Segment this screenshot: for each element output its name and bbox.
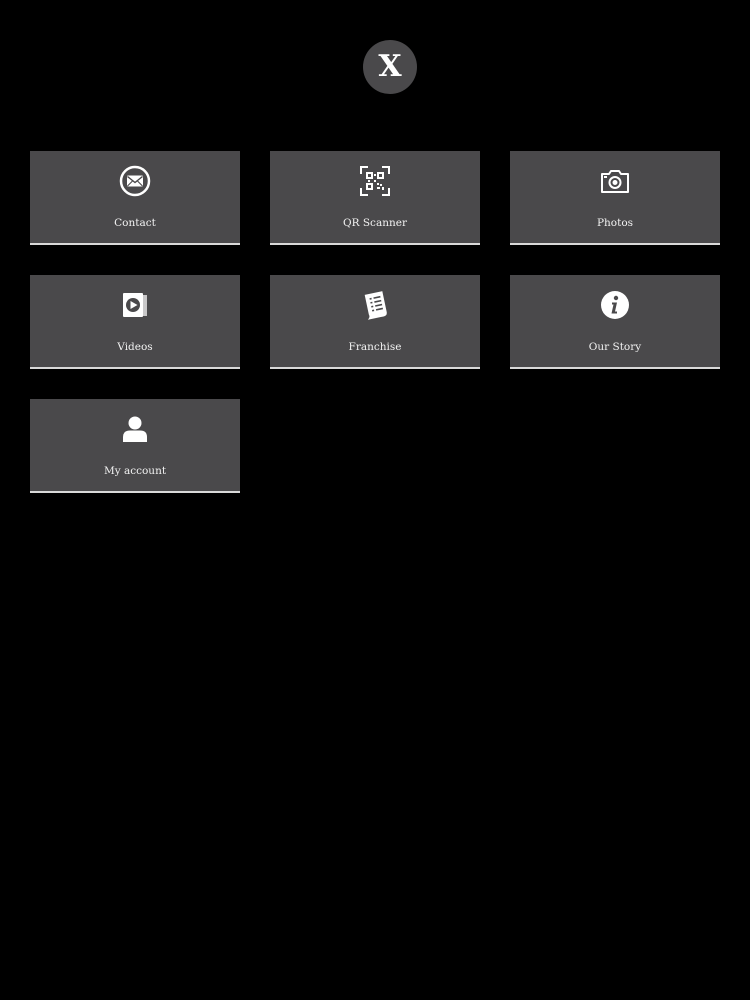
menu-tile-label: Videos [117,341,153,353]
menu-tile-label: Photos [596,217,634,229]
menu-tile-qr-scanner[interactable]: QR Scanner [270,151,480,245]
menu-tile-label: Contact [114,217,156,229]
close-button-label: X [378,49,402,84]
menu-tile-my-account[interactable]: My account [30,399,240,493]
envelope-icon [119,165,151,197]
menu-tile-label: My account [103,465,167,477]
menu-tile-label: QR Scanner [343,217,407,229]
menu-tile-videos[interactable]: Videos [30,275,240,369]
menu-tile-label: Franchise [348,341,402,353]
camera-icon [599,165,631,197]
qr-code-icon [359,165,391,197]
menu-tile-our-story[interactable]: Our Story [510,275,720,369]
menu-grid: Contact QR Scanner Photos Videos Franchi… [30,151,720,493]
play-icon [119,289,151,321]
menu-tile-label: Our Story [588,341,642,353]
document-icon [359,289,391,321]
info-icon [599,289,631,321]
menu-tile-photos[interactable]: Photos [510,151,720,245]
menu-tile-contact[interactable]: Contact [30,151,240,245]
menu-tile-franchise[interactable]: Franchise [270,275,480,369]
close-button[interactable]: X [363,40,417,94]
user-icon [119,413,151,445]
